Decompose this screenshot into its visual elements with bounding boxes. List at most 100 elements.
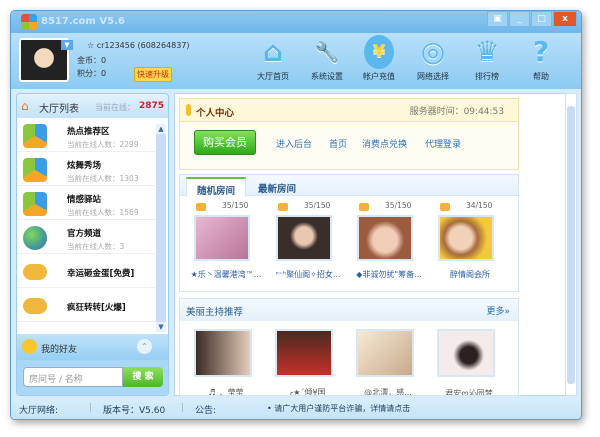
more-link[interactable]: 更多» [486,304,510,317]
host-card[interactable]: ♬_、莹莹 [194,329,258,396]
username: ☆ cr123456 (608264837) [87,41,190,50]
server-time: 服务器时间：09:44:53 [409,107,504,117]
hall-name: 情感驿站 [67,195,102,205]
app-window: 8517.com V5.6 ▣ _ □ x ▼ ☆ cr123456 (6082… [10,10,582,420]
friends-bar[interactable]: 我的好友 ⌃ [17,334,168,360]
hall-title: 大厅列表 [39,104,79,115]
scroll-down-icon[interactable]: ▼ [156,322,166,332]
collapse-icon[interactable]: ⌃ [137,339,152,354]
hall-name: 热点推荐区 [67,127,110,137]
main-panel: 个人中心 服务器时间：09:44:53 购买会员 进入后台 首页 消费点兑换 代… [174,93,568,396]
nav-settings[interactable]: 🔧 系统设置 [301,35,353,82]
buy-membership-button[interactable]: 购买会员 [194,130,256,155]
app-logo-icon [21,14,37,30]
nav-label: 帮助 [533,72,549,81]
link-points-exchange[interactable]: 消费点兑换 [362,137,407,150]
hall-item[interactable]: 幸运砸金蛋[免费] [17,254,156,288]
nav-ranking[interactable]: ♛ 排行榜 [461,35,513,82]
nav-network[interactable]: ◎ 网络选择 [407,35,459,82]
divider: | [89,403,93,413]
upgrade-button[interactable]: 快速升级 [134,67,172,82]
scroll-up-icon[interactable]: ▲ [156,124,166,134]
personal-center-title: 个人中心 [196,108,235,119]
hall-item[interactable]: 热点推荐区当前在线人数：2299 [17,118,156,152]
nav-help[interactable]: ? 帮助 [515,35,567,82]
room-thumbnail[interactable] [357,215,413,261]
host-name: 君安ᰔ沁园梦 [445,389,493,396]
scroll-thumb[interactable] [567,106,575,384]
nav-label: 系统设置 [311,72,343,81]
maximize-button[interactable]: □ [531,11,552,27]
room-name[interactable]: ★乐丶温馨港湾™... [182,269,270,280]
home-icon: ⌂ [21,99,29,113]
room-name[interactable]: ◆非诚勿扰"筹备... [345,269,433,280]
search-button[interactable]: 搜 索 [123,367,163,387]
room-search-input[interactable]: 房间号 / 名称 [23,367,123,387]
room-count: 34/150 [466,201,493,210]
room-name[interactable]: ⁿ⁼ʰ聚仙阁✧招女... [264,269,352,280]
pill-icon [186,104,191,116]
room-thumbnail[interactable] [438,215,494,261]
host-photo[interactable] [356,329,414,377]
close-button[interactable]: x [553,11,577,27]
hall-item[interactable]: 炫舞秀场 当前在线人数：1303 [17,152,156,186]
host-card[interactable]: @北漂，感... [356,329,420,395]
nav-label: 网络选择 [417,72,449,81]
hall-item[interactable]: 疯狂转转[火爆] [17,288,156,322]
hall-scrollbar[interactable]: ▲ ▼ [156,124,166,332]
host-photo[interactable] [275,329,333,377]
host-photo[interactable] [437,329,495,377]
nav-recharge[interactable]: ¥ 帐户充值 [353,35,405,82]
link-home[interactable]: 首页 [329,137,347,150]
room-name[interactable]: 醉情阁会所 [426,269,514,280]
friends-label: 我的好友 [41,345,78,355]
nav-lobby-home[interactable]: ⌂ 大厅首页 [247,35,299,82]
room-thumbnail[interactable] [194,215,250,261]
nav-label: 排行榜 [475,72,499,81]
hall-item[interactable]: 官方频道当前在线人数：3 [17,220,156,254]
host-card[interactable]: 君安ᰔ沁园梦 [437,329,501,396]
link-admin[interactable]: 进入后台 [276,137,312,150]
header: ▼ ☆ cr123456 (608264837) 金币：0 积分：0 快速升级 … [11,33,581,89]
host-photo[interactable] [194,329,252,377]
lock-icon [278,203,288,211]
room-count: 35/150 [222,201,249,210]
hall-count: 当前在线人数：2299 [67,140,139,149]
notice-text[interactable]: • 请广大用户谨防平台诈骗，详情请点击 [267,403,410,414]
room-thumbnail[interactable] [276,215,332,261]
main-scrollbar[interactable] [565,93,577,396]
coins-value: 0 [101,56,107,65]
link-agent-login[interactable]: 代理登录 [425,137,461,150]
money-bag-icon: ¥ [364,35,394,69]
hall-logo-icon [23,192,47,216]
status-bar: 大厅网络: | 版本号：V5.60 | 公告: • 请广大用户谨防平台诈骗，详情… [11,398,581,419]
tab-random-rooms[interactable]: 随机房间 [186,177,247,197]
coins-label: 金币： [77,56,101,65]
house-icon: ⌂ [262,35,284,68]
nav-label: 大厅首页 [257,72,289,81]
hall-count: 当前在线人数：3 [67,242,125,251]
host-name: ╭★ˊ倾¥国 [288,388,326,396]
hall-name: 官方频道 [67,229,102,239]
gamepad-icon [23,264,47,280]
avatar-dropdown-icon[interactable]: ▼ [61,40,73,50]
hall-logo-icon [23,124,47,148]
host-card[interactable]: ╭★ˊ倾¥国 [275,329,339,396]
host-name: ♬_、莹莹 [208,388,244,396]
version: 版本号：V5.60 [103,406,166,416]
points-value: 0 [101,69,107,78]
lock-icon [440,203,450,211]
nav-label: 帐户充值 [363,72,395,81]
hall-item[interactable]: 情感驿站当前在线人数：1569 [17,186,156,220]
hall-name: 炫舞秀场 [67,161,102,171]
personal-center-header: 个人中心 服务器时间：09:44:53 [180,99,518,122]
rooms-section: 随机房间 最新房间 35/150 ★乐丶温馨港湾™... 35/150 ⁿ⁼ʰ聚仙阁… [179,174,519,292]
skin-button[interactable]: ▣ [487,11,508,27]
hall-count: 当前在线人数：1569 [67,208,139,217]
hall-list: 热点推荐区 当前在线人数：2299 炫舞秀场 当前在线人数：1303 情感驿站 当前在… [17,118,168,322]
divider: | [181,403,185,413]
minimize-button[interactable]: _ [509,11,530,27]
tab-latest-rooms[interactable]: 最新房间 [248,177,306,197]
hall-header: ⌂ 大厅列表 当前在线： 2875 [17,94,168,118]
wrench-icon: 🔧 [314,40,340,64]
